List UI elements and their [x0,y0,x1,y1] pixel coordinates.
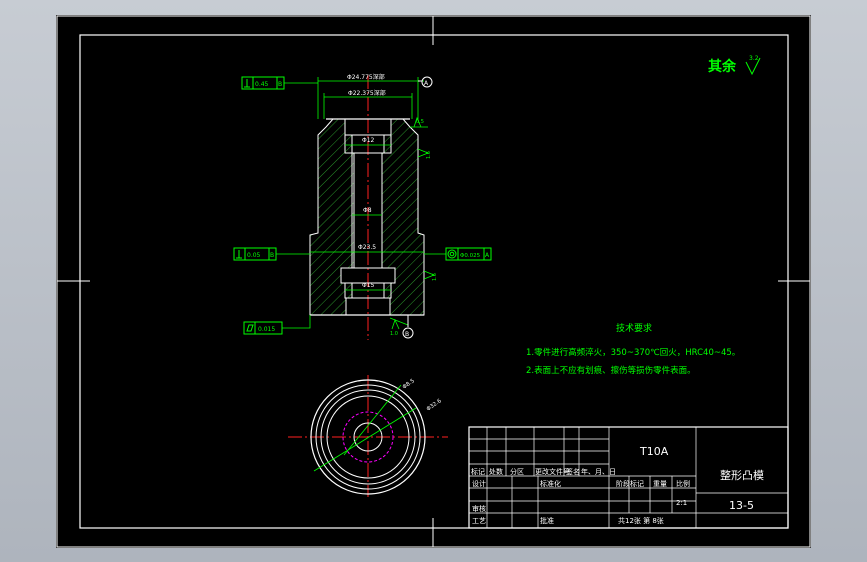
svg-text:年、月、日: 年、月、日 [581,467,616,476]
dim-plan-outer: Φ32.6 [426,398,443,413]
tolerance-frame-bottom: 0.015 [243,315,311,335]
right-section-hatch [381,118,425,316]
svg-text:标准化: 标准化 [540,479,561,488]
svg-text:Φ0.025: Φ0.025 [460,253,481,259]
tolerance-frame-mid-right: Φ0.025 A [424,247,492,261]
svg-text:B: B [405,331,409,338]
punch-plan-view: Φ8.5 Φ32.6 [288,375,448,497]
svg-text:审核: 审核 [472,504,486,513]
dim-mid-bore: Φ8 [363,207,372,214]
concentricity-icon [447,249,457,259]
drawing-canvas: 其余 3.2 Φ24.775深部 Φ22.375深部 Φ12 Φ8 Φ23.5 … [56,15,811,548]
svg-text:更改文件号: 更改文件号 [535,467,570,476]
svg-text:设计: 设计 [472,479,486,488]
svg-text:工艺: 工艺 [472,517,486,525]
flatness-icon [246,324,254,332]
part-name: 整形凸模 [720,468,764,482]
roughness-label: 其余 [708,58,737,75]
svg-text:B: B [270,252,274,259]
roughness-note: 其余 3.2 [708,55,761,76]
dim-lower-bore: Φ15 [362,282,375,289]
tolerance-frame-mid-left: 0.05 B [233,247,310,261]
svg-text:B: B [278,81,282,88]
dim-top-outer: Φ24.775深部 [347,73,385,81]
title-block: 标记 处数 分区 更改文件号 签名 年、月、日 设计 标准化 审核 工艺 批准 … [468,426,789,529]
datum-b-marker: 1.0 B [389,315,414,339]
svg-text:重量: 重量 [653,480,667,488]
dim-plan-inner: Φ8.5 [402,378,417,391]
svg-text:0.05: 0.05 [247,252,261,259]
technical-requirements: 技术要求 1.零件进行高频淬火，350~370℃回火，HRC40~45。 2.表… [526,322,740,376]
svg-text:0.45: 0.45 [255,81,269,88]
datum-a-label: A [424,80,429,87]
svg-text:0.5: 0.5 [416,119,424,125]
svg-text:分区: 分区 [510,467,524,476]
svg-text:1.6: 1.6 [432,273,438,281]
tolerance-frame-top: 0.45 B [241,76,318,90]
dim-top-inner: Φ22.375深部 [348,89,386,97]
drawing-number: 13-5 [729,499,754,512]
svg-text:标记: 标记 [471,467,485,476]
drawing-sheet[interactable]: 其余 3.2 Φ24.775深部 Φ22.375深部 Φ12 Φ8 Φ23.5 … [56,15,811,548]
dim-waist: Φ23.5 [358,244,376,251]
datum-a-marker: A [418,76,433,88]
svg-text:阶段标记: 阶段标记 [616,479,644,488]
sheet-count: 共12张 第 8张 [618,516,664,525]
tech-req-item-2: 2.表面上不应有划痕、擦伤等损伤零件表面。 [526,365,696,376]
cad-viewport[interactable]: 其余 3.2 Φ24.775深部 Φ22.375深部 Φ12 Φ8 Φ23.5 … [0,0,867,562]
material: T10A [639,445,669,458]
svg-text:处数: 处数 [489,467,503,476]
roughness-value: 3.2 [749,55,759,62]
svg-text:批准: 批准 [540,516,554,525]
tech-req-title: 技术要求 [616,322,652,334]
svg-text:0.015: 0.015 [258,326,275,333]
dim-upper-bore: Φ12 [362,137,375,144]
tech-req-item-1: 1.零件进行高频淬火，350~370℃回火，HRC40~45。 [526,347,740,358]
svg-text:1.0: 1.0 [390,331,398,337]
left-section-hatch [309,118,355,316]
svg-text:A: A [485,252,490,259]
svg-text:1.6: 1.6 [426,151,432,159]
svg-text:签名: 签名 [566,467,580,476]
scale-value: 2:1 [676,499,687,507]
svg-text:比例: 比例 [676,479,690,488]
